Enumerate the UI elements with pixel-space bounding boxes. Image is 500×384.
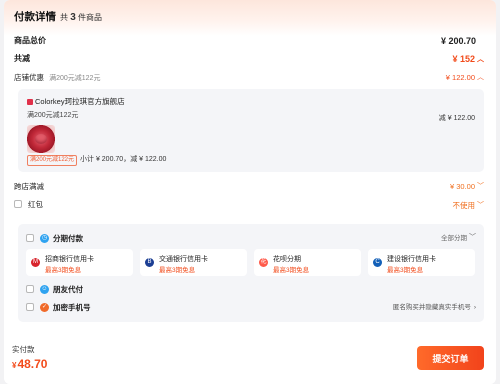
installment-option-cmb[interactable]: M 招商银行信用卡 最高3期免息: [26, 249, 133, 276]
chevron-right-icon: ›: [473, 304, 476, 311]
product-thumbnail[interactable]: [27, 125, 55, 153]
chevron-up-icon: ︿: [477, 74, 484, 81]
pay-label: 实付款: [12, 345, 35, 354]
pay-amount: ¥48.70: [12, 358, 47, 370]
store-promo-label: 店铺优惠: [14, 73, 44, 82]
option-promo: 最高3期免息: [159, 267, 196, 274]
encrypted-phone-checkbox[interactable]: [26, 303, 34, 311]
all-installments-text: 全部分期: [441, 235, 467, 242]
title-text: 付款详情: [14, 11, 56, 23]
store-discount-card: Colorkey珂拉琪官方旗舰店 满200元减122元 减 ¥ 122.00 满…: [18, 89, 484, 172]
red-packet-toggle[interactable]: 不使用 ﹀: [453, 202, 485, 210]
red-packet-label: 红包: [28, 200, 43, 209]
store-promo-line: 满200元减122元: [27, 112, 79, 119]
promo-tag: 满200元减122元: [27, 155, 78, 166]
store-promo-row: 店铺优惠 满200元减122元: [14, 74, 100, 82]
installment-checkbox[interactable]: [26, 234, 34, 242]
chevron-down-icon: ﹀: [477, 202, 484, 209]
count-number: 3: [70, 12, 76, 23]
red-packet-value: 不使用: [452, 201, 476, 210]
installment-label: 分期付款: [53, 234, 83, 243]
store-promo-value: ¥ 122.00: [445, 73, 475, 82]
cmb-bank-icon: M: [31, 258, 40, 267]
installment-option-bocom[interactable]: B 交通银行信用卡 最高3期免息: [140, 249, 247, 276]
encrypted-phone-link[interactable]: 匿名购买并隐藏真实手机号 ›: [392, 304, 476, 312]
cross-store-value: ¥ 30.00: [449, 182, 475, 191]
reduction-label: 共减: [14, 54, 30, 63]
option-promo: 最高3期免息: [45, 267, 82, 274]
cross-store-toggle[interactable]: ¥ 30.00 ﹀: [450, 183, 484, 191]
page-title: 付款详情共 3 件商品: [14, 12, 102, 23]
total-value: ¥ 200.70: [440, 36, 476, 46]
store-logo-icon: [27, 99, 33, 105]
count-suffix: 件商品: [78, 13, 103, 22]
item-count: 共 3 件商品: [60, 12, 103, 23]
submit-order-button[interactable]: 提交订单: [417, 346, 484, 370]
shield-icon: ✓: [40, 303, 49, 312]
store-promo-desc: 满200元减122元: [49, 75, 101, 82]
chevron-down-icon: ﹀: [477, 183, 484, 190]
payment-details-panel: 付款详情共 3 件商品 商品总价 ¥ 200.70 共减 ¥ 152 ︿ 店铺优惠…: [4, 0, 496, 384]
store-name: Colorkey珂拉琪官方旗舰店: [35, 97, 125, 106]
option-name: 花呗分期: [273, 256, 301, 263]
cross-store-label: 跨店满减: [14, 182, 44, 191]
huabei-icon: 花: [259, 258, 268, 267]
encrypted-phone-label: 加密手机号: [53, 303, 91, 312]
option-name: 招商银行信用卡: [45, 256, 94, 263]
friend-pay-label: 朋友代付: [53, 285, 83, 294]
payment-methods-card: ◷ 分期付款 全部分期 ﹀ M 招商银行信用卡 最高3期免息 B 交通银行信用卡 …: [18, 224, 484, 322]
ccb-bank-icon: C: [373, 258, 382, 267]
bocom-bank-icon: B: [145, 258, 154, 267]
chevron-up-icon: ︿: [477, 56, 484, 63]
option-promo: 最高3期免息: [387, 267, 424, 274]
friend-pay-checkbox[interactable]: [26, 285, 34, 293]
chevron-down-icon: ﹀: [469, 234, 476, 241]
pay-amount-value: 48.70: [17, 357, 48, 371]
store-promo-toggle[interactable]: ¥ 122.00 ︿: [446, 74, 484, 82]
installment-icon: ◷: [40, 234, 49, 243]
installment-option-ccb[interactable]: C 建设银行信用卡 最高3期免息: [368, 249, 475, 276]
friend-pay-icon: ☺: [40, 285, 49, 294]
pay-currency: ¥: [12, 361, 17, 370]
total-label: 商品总价: [14, 36, 46, 45]
store-subtotal: 小计 ¥ 200.70，减 ¥ 122.00: [80, 156, 167, 163]
option-name: 交通银行信用卡: [159, 256, 208, 263]
count-prefix: 共: [60, 13, 68, 22]
store-minus-amount: 减 ¥ 122.00: [438, 115, 475, 122]
option-name: 建设银行信用卡: [387, 256, 436, 263]
all-installments-link[interactable]: 全部分期 ﹀: [441, 234, 476, 243]
installment-option-huabei[interactable]: 花 花呗分期 最高3期免息: [254, 249, 361, 276]
option-promo: 最高3期免息: [273, 267, 310, 274]
encrypted-phone-desc: 匿名购买并隐藏真实手机号: [392, 304, 471, 311]
reduction-value: ¥ 152: [452, 54, 475, 64]
reduction-row-toggle[interactable]: ¥ 152 ︿: [452, 55, 484, 64]
red-packet-checkbox[interactable]: [14, 200, 22, 208]
